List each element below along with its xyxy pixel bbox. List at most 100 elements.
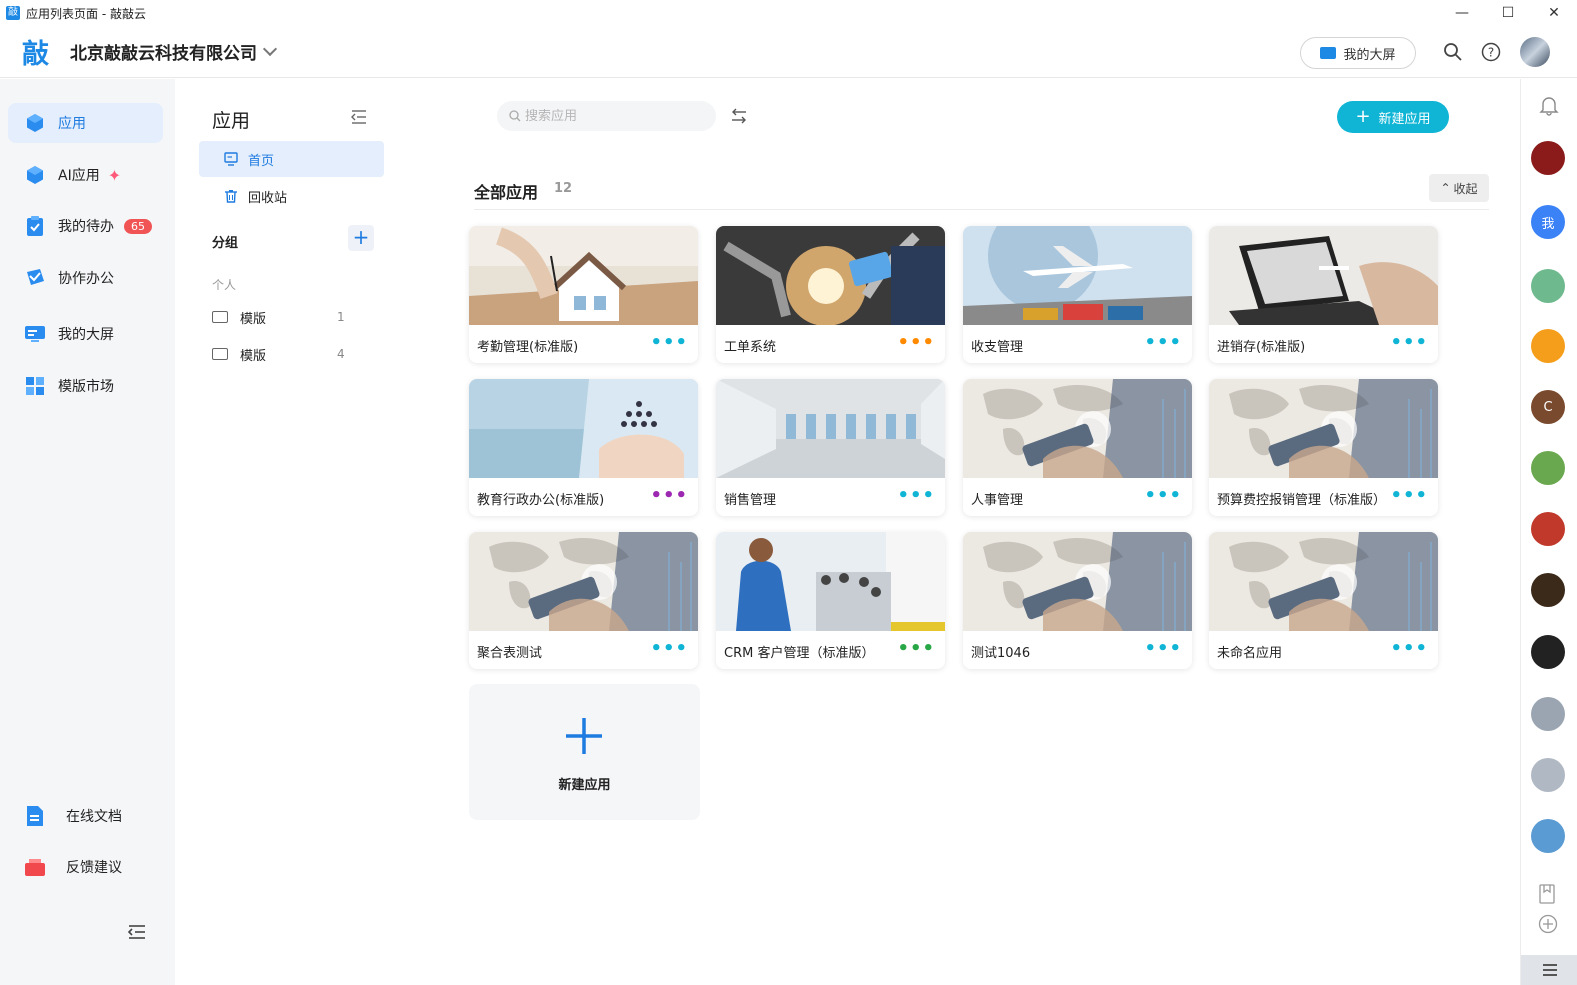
app-card[interactable]: 人事管理 ••• [963,379,1192,516]
chat-avatar[interactable] [1531,451,1565,485]
app-card[interactable]: 未命名应用 ••• [1209,532,1438,669]
app-name: 进销存(标准版) [1217,340,1306,355]
folder-item[interactable]: 模版 4 [212,344,352,364]
help-icon[interactable]: ? [1481,42,1501,62]
app-card[interactable]: 聚合表测试 ••• [469,532,698,669]
app-card[interactable]: 考勤管理(标准版) ••• [469,226,698,363]
app-name: 收支管理 [971,340,1024,355]
app-card[interactable]: CRM 客户管理（标准版） ••• [716,532,945,669]
todo-count-badge: 65 [124,218,152,234]
user-avatar[interactable] [1520,37,1550,67]
app-name: 预算费控报销管理（标准版） [1217,493,1387,508]
folder-label: 模版 [240,311,267,327]
nav-item-online-docs[interactable]: 在线文档 [8,796,163,836]
app-count: 12 [554,181,573,196]
app-panel: 应用 首页 回收站 分组 + 个人 模版 1 模版 4 [175,79,410,985]
search-icon[interactable] [1443,42,1463,62]
chat-avatar[interactable] [1531,329,1565,363]
nav-item-template-market[interactable]: 模版市场 [8,366,163,406]
app-cover-image [963,532,1192,631]
add-group-button[interactable]: + [348,225,374,251]
panel-item-recycle-bin[interactable]: 回收站 [199,178,384,214]
avatar-text: C [1543,399,1553,415]
more-options-icon[interactable]: ••• [897,332,935,353]
app-cover-image [963,379,1192,478]
maximize-icon[interactable]: ☐ [1485,0,1531,26]
nav-item-todo[interactable]: 我的待办 65 [8,206,163,246]
app-card[interactable]: 教育行政办公(标准版) ••• [469,379,698,516]
more-options-icon[interactable]: ••• [1144,638,1182,659]
more-options-icon[interactable]: ••• [1144,485,1182,506]
logo: 敲 [22,39,49,70]
app-name: 未命名应用 [1217,646,1283,661]
monitor-icon [24,323,46,345]
nav-item-apps[interactable]: 应用 [8,103,163,143]
my-screen-button[interactable]: 我的大屏 [1300,37,1416,69]
cube-icon [24,164,46,186]
chat-avatar[interactable] [1531,635,1565,669]
chat-avatar[interactable] [1531,758,1565,792]
svg-text:?: ? [1488,46,1494,60]
app-card[interactable]: 收支管理 ••• [963,226,1192,363]
more-options-icon[interactable]: ••• [897,638,935,659]
nav-label: 在线文档 [66,809,122,825]
monitor-icon [1320,47,1337,59]
rail-menu-button[interactable] [1521,955,1577,985]
app-name: CRM 客户管理（标准版） [724,646,875,661]
collapse-sidebar-icon[interactable] [126,921,148,943]
bell-icon[interactable] [1538,94,1560,116]
folder-item[interactable]: 模版 1 [212,307,352,327]
document-icon [24,805,46,827]
add-circle-icon[interactable] [1538,914,1558,934]
search-box[interactable] [497,101,716,131]
app-cover-image [1209,532,1438,631]
nav-item-collab[interactable]: 协作办公 [8,258,163,298]
nav-item-my-screen[interactable]: 我的大屏 [8,314,163,354]
nav-item-ai-apps[interactable]: AI应用 ✦ [8,155,163,195]
new-app-button[interactable]: + 新建应用 [1337,101,1449,133]
more-options-icon[interactable]: ••• [650,485,688,506]
minimize-icon[interactable]: — [1439,0,1485,26]
chat-avatar[interactable]: 我 [1531,205,1565,239]
chevron-down-icon[interactable] [262,41,278,56]
app-card[interactable]: 预算费控报销管理（标准版） ••• [1209,379,1438,516]
app-card[interactable]: 测试1046 ••• [963,532,1192,669]
plus-icon [566,718,602,754]
app-name: 聚合表测试 [477,646,543,661]
app-cover-image [716,379,945,478]
chat-avatar[interactable] [1531,819,1565,853]
more-options-icon[interactable]: ••• [1390,485,1428,506]
sort-icon[interactable] [730,108,748,124]
app-card[interactable]: 销售管理 ••• [716,379,945,516]
app-cover-image [469,532,698,631]
fold-panel-icon[interactable] [350,109,368,125]
company-name[interactable]: 北京敲敲云科技有限公司 [70,39,257,64]
more-options-icon[interactable]: ••• [650,638,688,659]
bookmark-icon[interactable] [1538,884,1556,904]
app-card[interactable]: 工单系统 ••• [716,226,945,363]
chat-avatar[interactable] [1531,141,1565,175]
chat-avatar[interactable] [1531,573,1565,607]
plus-icon: + [1355,105,1371,127]
close-icon[interactable]: ✕ [1531,0,1577,26]
add-app-card[interactable]: 新建应用 [469,684,700,820]
more-options-icon[interactable]: ••• [897,485,935,506]
chat-avatar[interactable] [1531,269,1565,303]
search-input[interactable] [525,108,705,124]
app-card[interactable]: 进销存(标准版) ••• [1209,226,1438,363]
monitor-icon [224,152,238,166]
folder-icon [212,311,228,323]
more-options-icon[interactable]: ••• [1144,332,1182,353]
group-label: 分组 [212,236,239,251]
more-options-icon[interactable]: ••• [1390,638,1428,659]
more-options-icon[interactable]: ••• [1390,332,1428,353]
panel-item-home[interactable]: 首页 [199,141,384,177]
chat-avatar[interactable] [1531,512,1565,546]
chat-avatar[interactable]: C [1531,390,1565,424]
chat-avatar[interactable] [1531,697,1565,731]
folder-count: 1 [337,310,345,324]
collapse-section-button[interactable]: ⌃ 收起 [1429,174,1489,202]
nav-item-feedback[interactable]: 反馈建议 [8,847,163,887]
more-options-icon[interactable]: ••• [650,332,688,353]
app-cover-image [716,226,945,325]
